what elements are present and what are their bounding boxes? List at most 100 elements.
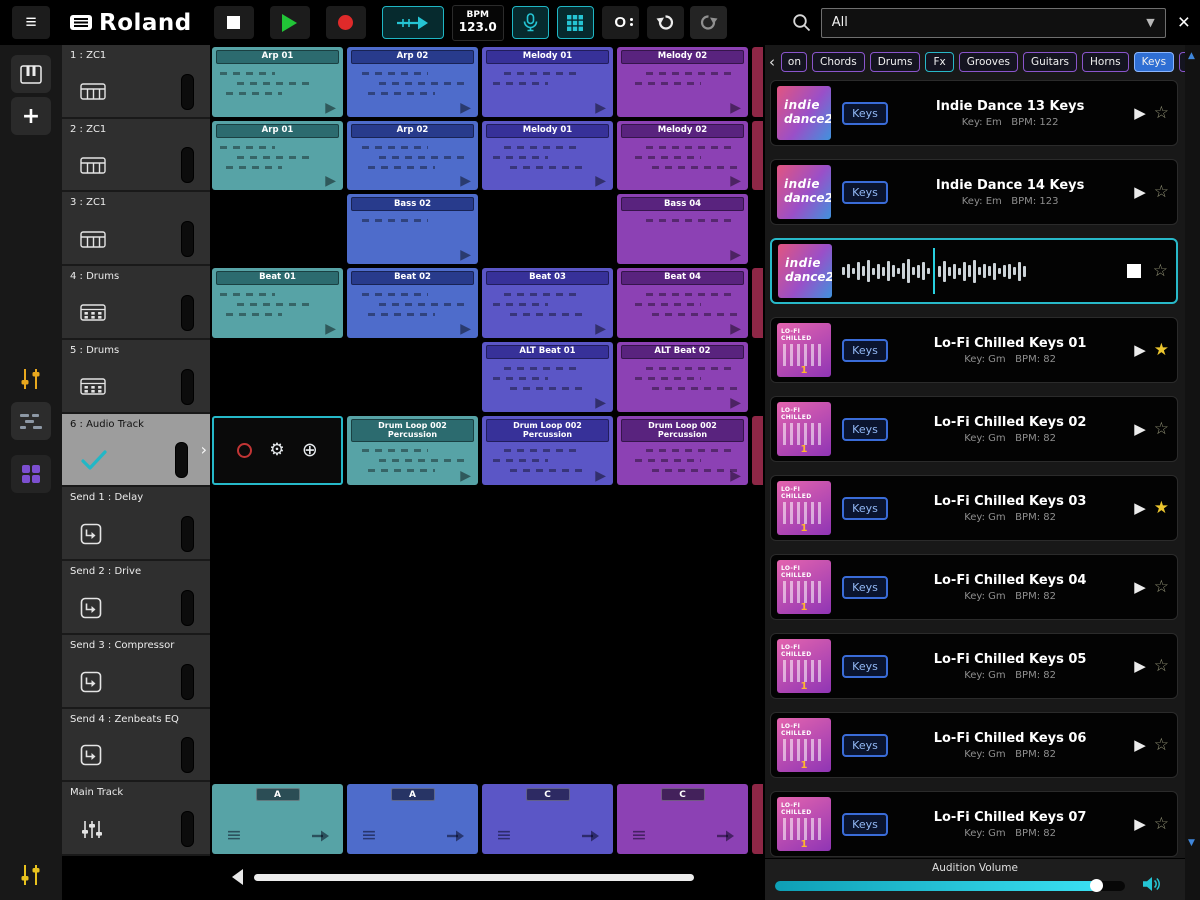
category-chip[interactable]: Grooves	[958, 51, 1018, 72]
play-button[interactable]	[269, 6, 310, 39]
search-icon[interactable]	[792, 13, 811, 32]
track-row[interactable]: Send 1 : Delay	[62, 487, 210, 562]
microphone-button[interactable]	[511, 6, 549, 39]
clip[interactable]: Melody 02 ▶	[617, 120, 748, 191]
play-preview-icon[interactable]: ▶	[1134, 499, 1146, 517]
track-row[interactable]: 2 : ZC1	[62, 118, 210, 193]
favorite-star-icon[interactable]: ☆	[1154, 577, 1169, 597]
clip[interactable]: Melody 01 ▶	[482, 120, 613, 191]
play-preview-icon[interactable]: ▶	[1134, 578, 1146, 596]
scroll-up-icon[interactable]: ▲	[1188, 51, 1195, 61]
clip[interactable]: Melody 01 ▶	[482, 47, 613, 117]
category-chip[interactable]: Guitars	[1022, 51, 1077, 72]
play-preview-icon[interactable]: ▶	[1134, 341, 1146, 359]
track-row[interactable]: 3 : ZC1	[62, 192, 210, 267]
favorite-star-icon[interactable]: ☆	[1153, 261, 1168, 281]
scene-menu-icon[interactable]: ≡	[361, 826, 377, 845]
favorite-star-icon[interactable]: ☆	[1154, 656, 1169, 676]
scene-button[interactable]: C ≡	[617, 784, 748, 855]
instrument-button[interactable]	[11, 55, 51, 93]
loop-item[interactable]: LO-FI CHILLED 1 Keys Lo-Fi Chilled Keys 01 K…	[770, 317, 1178, 383]
volume-fader[interactable]	[181, 663, 194, 700]
category-chip[interactable]: Drums	[869, 51, 921, 72]
add-clip-icon[interactable]: ⊕	[302, 441, 318, 460]
play-preview-icon[interactable]: ▶	[1134, 815, 1146, 833]
grid-view-button[interactable]	[556, 6, 594, 39]
clip[interactable]: Drum Loop 002 Percussion ▶	[482, 415, 613, 486]
volume-fader[interactable]	[181, 589, 194, 626]
stop-preview-button[interactable]	[1126, 264, 1141, 278]
favorite-star-icon[interactable]: ★	[1154, 340, 1169, 360]
loop-item[interactable]: indie dance2 Keys Indie Dance 13 Keys Key: E…	[770, 80, 1178, 146]
loop-item[interactable]: LO-FI CHILLED 1 Keys Lo-Fi Chilled Keys 02 K…	[770, 396, 1178, 462]
clip-play-icon[interactable]: ▶	[460, 248, 471, 262]
add-track-button[interactable]: +	[11, 97, 51, 135]
clip[interactable]: ALT Beat 02 ▶	[617, 341, 748, 412]
clip-play-icon[interactable]: ▶	[325, 322, 336, 336]
clip-play-icon[interactable]: ▶	[595, 174, 606, 188]
volume-fader[interactable]	[181, 294, 194, 331]
clip-play-icon[interactable]: ▶	[730, 248, 741, 262]
stop-button[interactable]	[213, 6, 254, 39]
volume-fader[interactable]	[181, 516, 194, 553]
scene-menu-icon[interactable]: ≡	[496, 826, 512, 845]
menu-icon[interactable]: ≡	[12, 6, 50, 39]
track-row[interactable]: Main Track	[62, 782, 210, 857]
clip[interactable]	[752, 268, 763, 338]
category-chip[interactable]: on	[781, 51, 807, 72]
volume-fader[interactable]	[181, 737, 194, 774]
volume-fader[interactable]	[181, 221, 194, 258]
category-chip[interactable]: Horns	[1082, 51, 1129, 72]
piano-roll-view-button[interactable]	[11, 402, 51, 440]
scene-launch-icon[interactable]	[716, 829, 736, 843]
speaker-icon[interactable]	[1142, 876, 1161, 892]
scene-button[interactable]	[752, 784, 763, 855]
category-chip[interactable]: Keys	[1133, 51, 1175, 72]
scroll-left-icon[interactable]	[232, 869, 243, 885]
clip[interactable]: Beat 04 ▶	[617, 268, 748, 338]
armed-audio-clip-slot[interactable]: ⚙ ⊕	[212, 415, 343, 486]
clip-play-icon[interactable]: ▶	[460, 101, 471, 115]
favorite-star-icon[interactable]: ☆	[1154, 419, 1169, 439]
clip[interactable]: Arp 01 ▶	[212, 47, 343, 117]
clip[interactable]: Beat 03 ▶	[482, 268, 613, 338]
favorite-star-icon[interactable]: ☆	[1154, 735, 1169, 755]
scene-launch-icon[interactable]	[581, 829, 601, 843]
track-row[interactable]: Send 3 : Compressor	[62, 634, 210, 709]
scene-menu-icon[interactable]: ≡	[226, 826, 242, 845]
record-button[interactable]	[325, 6, 366, 39]
close-browser-button[interactable]: ×	[1178, 11, 1190, 35]
scene-button[interactable]: C ≡	[482, 784, 613, 855]
loop-item[interactable]: LO-FI CHILLED 1 Keys Lo-Fi Chilled Keys 07 K…	[770, 791, 1178, 857]
loop-item[interactable]: LO-FI CHILLED 1 Keys Lo-Fi Chilled Keys 05 K…	[770, 633, 1178, 699]
clip-play-icon[interactable]: ▶	[730, 396, 741, 410]
slider-thumb[interactable]	[1090, 879, 1103, 892]
clip[interactable]: ALT Beat 01 ▶	[482, 341, 613, 412]
clip[interactable]: Melody 02 ▶	[617, 47, 748, 117]
clip[interactable]	[752, 415, 763, 486]
play-preview-icon[interactable]: ▶	[1134, 420, 1146, 438]
volume-fader[interactable]	[181, 811, 194, 848]
loop-item[interactable]: indie dance2 ☆	[770, 238, 1178, 304]
filter-dropdown[interactable]: All ▼	[820, 7, 1166, 38]
clip[interactable]: Bass 04 ▶	[617, 194, 748, 265]
chevron-left-icon[interactable]: ‹	[768, 53, 776, 71]
note-repeat-button[interactable]	[381, 6, 444, 39]
play-preview-icon[interactable]: ▶	[1134, 736, 1146, 754]
loop-item[interactable]: LO-FI CHILLED 1 Keys Lo-Fi Chilled Keys 06 K…	[770, 712, 1178, 778]
favorite-star-icon[interactable]: ☆	[1154, 103, 1169, 123]
favorite-star-icon[interactable]: ☆	[1154, 814, 1169, 834]
settings-gear-icon[interactable]: ⚙	[269, 442, 284, 459]
loop-item[interactable]: indie dance2 Keys Indie Dance 14 Keys Key: E…	[770, 159, 1178, 225]
clip-play-icon[interactable]: ▶	[595, 101, 606, 115]
track-row[interactable]: 5 : Drums	[62, 339, 210, 414]
track-row[interactable]: 4 : Drums	[62, 266, 210, 340]
scene-launch-icon[interactable]	[446, 829, 466, 843]
scene-button[interactable]: A ≡	[212, 784, 343, 855]
volume-fader[interactable]	[181, 368, 194, 405]
mixer-view-button[interactable]	[11, 360, 51, 398]
scroll-down-icon[interactable]: ▼	[1188, 838, 1195, 848]
category-chip[interactable]: Chords	[812, 51, 865, 72]
clip[interactable]: Arp 02 ▶	[347, 120, 478, 191]
bpm-display[interactable]: BPM 123.0	[451, 4, 504, 41]
